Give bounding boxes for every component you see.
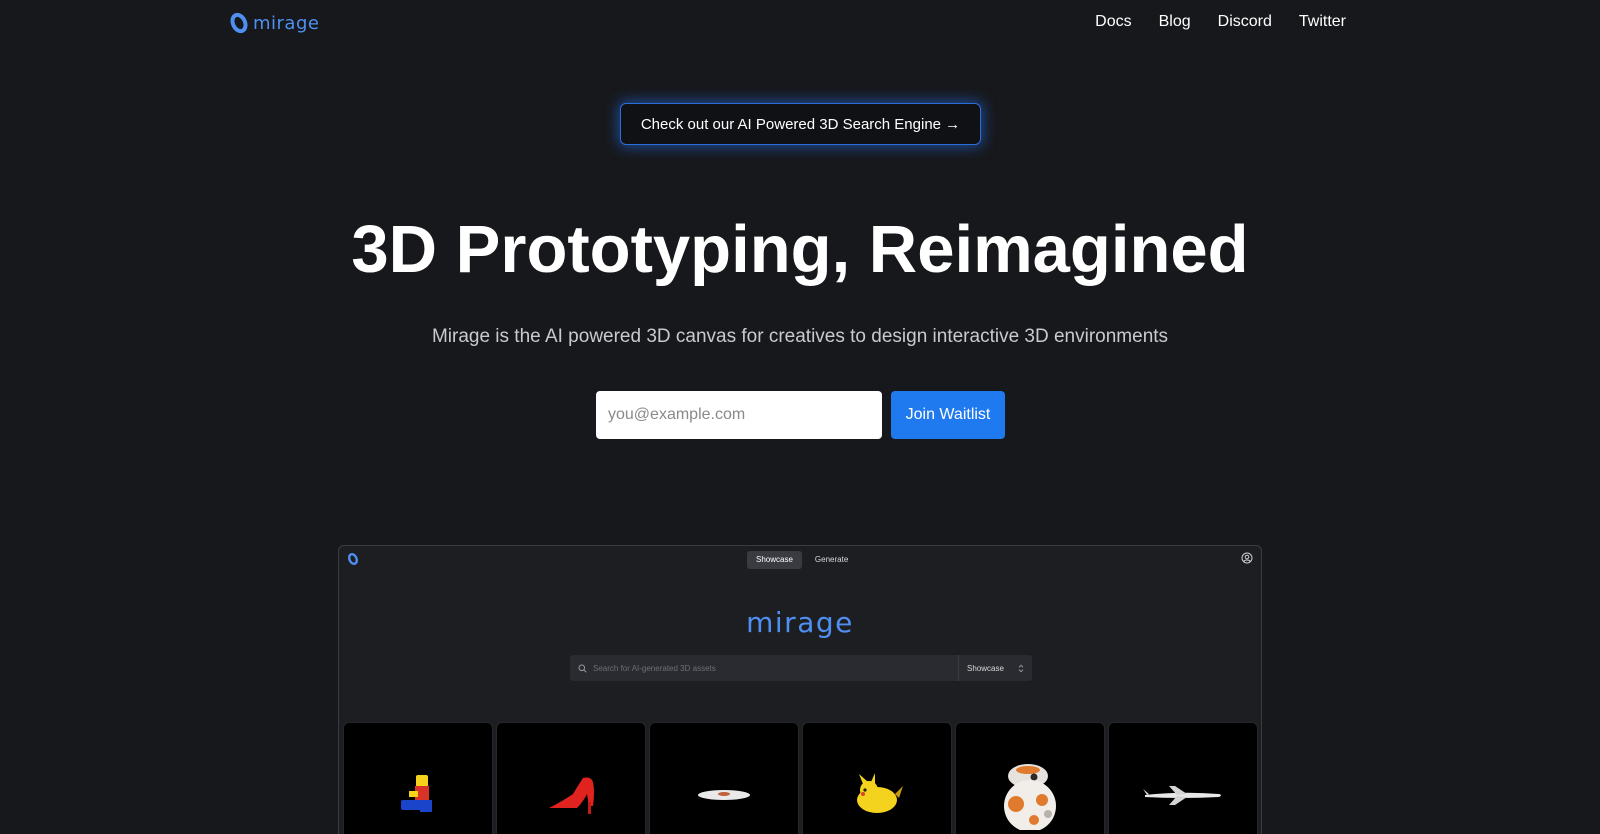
- lego-figure-icon: [401, 775, 432, 812]
- preview-brand: mirage: [746, 606, 854, 639]
- asset-card-white-disc[interactable]: [649, 722, 799, 834]
- preview-logo-icon: [347, 553, 359, 565]
- asset-card-red-high-heel[interactable]: [496, 722, 646, 834]
- preview-topbar: Showcase Generate: [339, 546, 1261, 572]
- white-airplane-icon: [1143, 786, 1221, 805]
- yellow-pikachu-icon: [857, 773, 903, 813]
- app-preview: Showcase Generate mirage Search for AI-g…: [338, 545, 1262, 834]
- user-icon[interactable]: [1241, 552, 1253, 564]
- bb8-droid-icon: [1004, 764, 1056, 830]
- nav-link-docs[interactable]: Docs: [1095, 12, 1131, 32]
- preview-search-input[interactable]: Search for AI-generated 3D assets: [593, 664, 958, 673]
- nav-link-twitter[interactable]: Twitter: [1299, 12, 1346, 32]
- search-icon: [578, 664, 587, 673]
- chevron-updown-icon: [1018, 664, 1024, 672]
- logo-text: mirage: [253, 12, 320, 34]
- preview-filter-select[interactable]: Showcase: [958, 655, 1032, 681]
- email-input[interactable]: [596, 391, 882, 439]
- site-logo[interactable]: mirage: [229, 12, 319, 34]
- preview-filter-value: Showcase: [967, 663, 1004, 673]
- asset-card-white-airplane[interactable]: [1108, 722, 1258, 834]
- hero-title: 3D Prototyping, Reimagined: [351, 212, 1249, 287]
- red-high-heel-icon: [549, 777, 594, 814]
- asset-card-bb8-droid[interactable]: [955, 722, 1105, 834]
- white-disc-icon: [698, 790, 750, 800]
- asset-card-yellow-pikachu[interactable]: [802, 722, 952, 834]
- asset-card-lego-figure[interactable]: [343, 722, 493, 834]
- preview-tabs: Showcase Generate: [747, 551, 857, 569]
- asset-grid: [343, 722, 1258, 834]
- preview-search-bar[interactable]: Search for AI-generated 3D assets Showca…: [570, 655, 1032, 681]
- nav-link-blog[interactable]: Blog: [1159, 12, 1191, 32]
- join-waitlist-button[interactable]: Join Waitlist: [891, 391, 1005, 439]
- nav-link-discord[interactable]: Discord: [1218, 12, 1272, 32]
- announcement-button[interactable]: Check out our AI Powered 3D Search Engin…: [620, 103, 981, 145]
- tab-generate[interactable]: Generate: [806, 551, 857, 569]
- mirage-logo-icon: [230, 12, 248, 34]
- hero-subtitle: Mirage is the AI powered 3D canvas for c…: [431, 326, 1169, 347]
- tab-showcase[interactable]: Showcase: [747, 551, 802, 569]
- announcement-text: Check out our AI Powered 3D Search Engin…: [640, 115, 961, 133]
- top-nav: Docs Blog Discord Twitter: [1095, 12, 1346, 32]
